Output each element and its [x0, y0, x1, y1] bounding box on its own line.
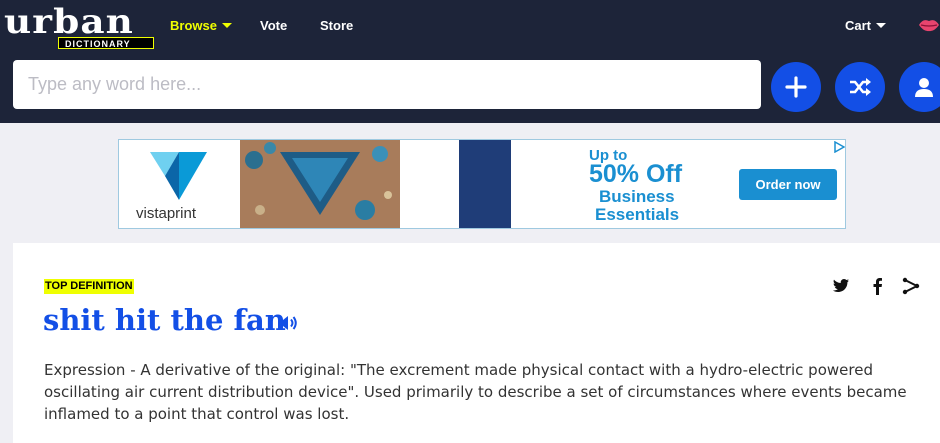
- top-nav-bar: urban DICTIONARY Browse Vote Store Cart: [0, 0, 940, 52]
- urban-dictionary-logo[interactable]: urban DICTIONARY: [4, 2, 154, 50]
- definition-word-link[interactable]: shit hit the fan: [43, 303, 286, 337]
- add-word-button[interactable]: [771, 62, 821, 112]
- logo-subtitle: DICTIONARY: [58, 37, 154, 49]
- nav-store[interactable]: Store: [320, 18, 353, 33]
- speaker-icon[interactable]: [277, 313, 299, 333]
- ad-product-image: [240, 140, 400, 228]
- chevron-down-icon: [221, 23, 232, 28]
- vistaprint-v-icon: [150, 152, 207, 200]
- search-bar: [0, 52, 940, 123]
- ad-business-card-image: [459, 140, 511, 228]
- ad-choices-icon[interactable]: [833, 141, 845, 153]
- ad-photo-graphic: [240, 140, 400, 228]
- vistaprint-logo: vistaprint: [119, 140, 240, 228]
- twitter-icon[interactable]: [831, 276, 851, 296]
- ad-brand-text: vistaprint: [136, 205, 197, 222]
- facebook-icon[interactable]: [868, 276, 888, 296]
- logo-wordmark: urban: [4, 2, 134, 42]
- nav-cart[interactable]: Cart: [845, 18, 887, 33]
- chevron-down-icon: [876, 23, 887, 28]
- nav-cart-label: Cart: [845, 18, 872, 33]
- top-definition-badge: TOP DEFINITION: [44, 279, 134, 294]
- random-word-button[interactable]: [835, 62, 885, 112]
- nav-vote[interactable]: Vote: [260, 18, 287, 33]
- nav-browse[interactable]: Browse: [170, 18, 232, 33]
- lips-icon[interactable]: [918, 16, 940, 34]
- user-account-button[interactable]: [899, 62, 940, 112]
- ad-offer-line-2: 50% Off: [589, 160, 683, 188]
- share-icon[interactable]: [901, 276, 921, 296]
- user-icon: [915, 78, 933, 97]
- ad-banner[interactable]: vistaprint Up to 50% Off Business Essent…: [118, 139, 846, 229]
- plus-icon: [785, 76, 807, 98]
- definition-card: TOP DEFINITION shit hit the fan Expressi…: [13, 243, 940, 443]
- ad-order-now-button[interactable]: Order now: [739, 169, 837, 200]
- search-input[interactable]: [13, 60, 761, 109]
- definition-meaning: Expression - A derivative of the origina…: [44, 361, 907, 423]
- ad-offer-line-3: Business: [599, 187, 675, 206]
- ad-offer-line-4: Essentials: [595, 205, 680, 224]
- nav-browse-label: Browse: [170, 18, 217, 33]
- shuffle-icon: [850, 78, 871, 96]
